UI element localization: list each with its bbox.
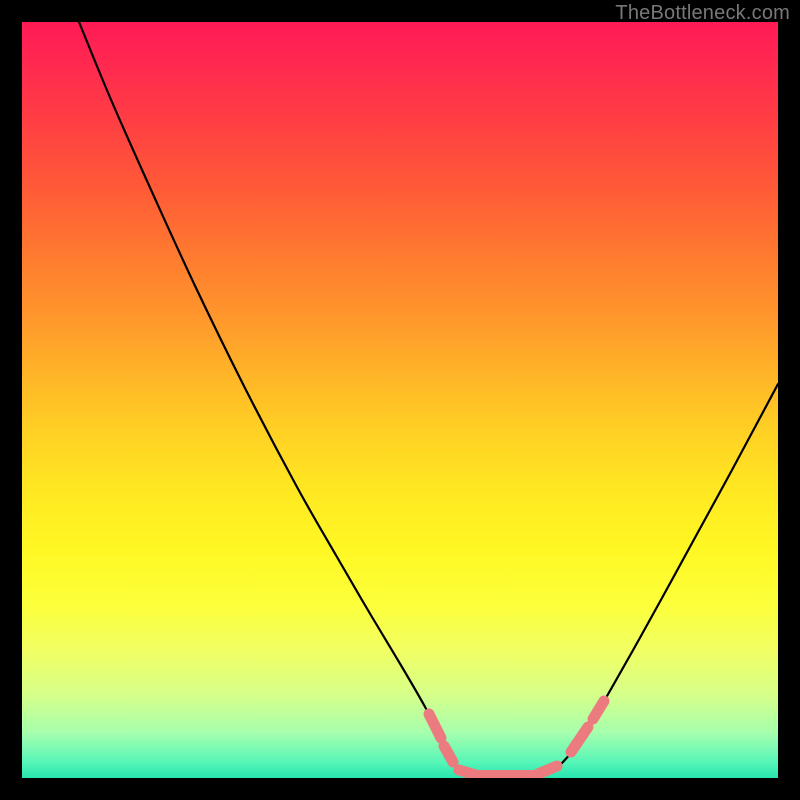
- series-pink-marker-segments-seg-4: [538, 766, 557, 774]
- plot-area: [22, 22, 778, 778]
- series-pink-marker-segments-seg-2: [459, 770, 476, 775]
- series-pink-marker-segments-seg-6: [593, 701, 604, 719]
- series-pink-marker-segments-seg-5: [571, 727, 588, 752]
- series-right-branch: [542, 384, 778, 775]
- series-left-branch: [79, 22, 468, 775]
- chart-frame: TheBottleneck.com: [0, 0, 800, 800]
- series-pink-marker-segments-seg-1: [444, 746, 453, 762]
- series-pink-marker-segments-seg-0: [429, 714, 441, 738]
- curve-svg: [22, 22, 778, 778]
